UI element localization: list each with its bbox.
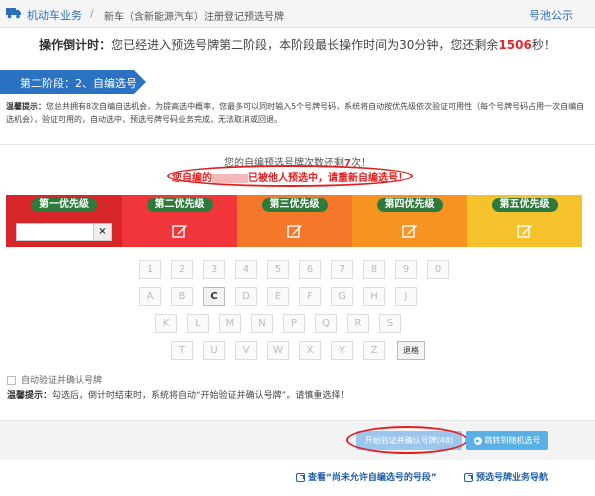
arrow-right-icon: [473, 436, 482, 445]
random-select-button[interactable]: 跳转到随机选号: [466, 431, 548, 450]
countdown-text: 您已经进入预选号牌第二阶段，本阶段最长操作时间为30分钟，您还剩余: [111, 38, 499, 52]
key-f[interactable]: F: [299, 287, 321, 306]
countdown-label: 操作倒计时：: [39, 38, 112, 52]
key-u[interactable]: U: [203, 341, 225, 360]
key-d[interactable]: D: [235, 287, 257, 306]
key-z[interactable]: Z: [363, 341, 385, 360]
priority-column-4: 第四优先级: [352, 195, 467, 247]
redacted-plate: [212, 173, 248, 183]
taken-warning: 您自编的 已被他人预选中，请重新自编选号！: [168, 169, 412, 184]
auto-verify-hint: 温馨提示：勾选后，倒计时结束时，系统将自动“开始验证并确认号牌”。请慎重选择！: [7, 388, 349, 401]
verify-highlight: [346, 426, 468, 454]
key-x[interactable]: X: [299, 341, 321, 360]
auto-verify-option[interactable]: 自动验证并确认号牌: [7, 373, 102, 386]
stage-indicator: 第二阶段：2、自编选号: [0, 70, 146, 94]
disallowed-segments-link[interactable]: 查看“尚未允许自编选号的号段”: [296, 470, 437, 483]
key-j[interactable]: J: [395, 287, 417, 306]
disallowed-segments-label: 查看“尚未允许自编选号的号段”: [308, 473, 437, 483]
warning-suffix: 已被他人预选中，请重新自编选号！: [248, 173, 408, 184]
clear-input-button[interactable]: ×: [93, 224, 111, 240]
key-m[interactable]: M: [219, 314, 241, 333]
tip-text: 您总共拥有8次自编自选机会，为提高选中概率，您最多可以同时输入5个号牌号码，系统…: [6, 102, 585, 124]
priority-label: 第二优先级: [146, 198, 213, 212]
key-q[interactable]: Q: [315, 314, 337, 333]
key-y[interactable]: Y: [331, 341, 353, 360]
key-g[interactable]: G: [331, 287, 353, 306]
key-s[interactable]: S: [379, 314, 401, 333]
priority-label: 第一优先级: [31, 198, 97, 212]
edit-icon[interactable]: [401, 224, 418, 238]
plate-input-1[interactable]: ×: [16, 223, 112, 241]
hint-text: 勾选后，倒计时结束时，系统将自动“开始验证并确认号牌”。请慎重选择！: [52, 391, 350, 401]
countdown-suffix: 秒！: [531, 38, 556, 52]
key-c[interactable]: C: [203, 287, 225, 306]
key-e[interactable]: E: [267, 287, 289, 306]
key-b[interactable]: B: [171, 287, 193, 306]
key-r[interactable]: R: [347, 314, 369, 333]
breadcrumb-home[interactable]: 机动车业务: [27, 7, 82, 23]
priority-label: 第四优先级: [376, 198, 443, 212]
page: 机动车业务 / 新车（含新能源汽车）注册登记预选号牌 号池公示 操作倒计时：您已…: [0, 0, 595, 496]
warning-text: 您自编的: [172, 173, 212, 184]
key-p[interactable]: P: [283, 314, 305, 333]
key-l[interactable]: L: [187, 314, 209, 333]
key-8[interactable]: 8: [363, 260, 385, 279]
key-t[interactable]: T: [171, 341, 193, 360]
key-1[interactable]: 1: [139, 260, 161, 279]
stage-label: 第二阶段：2、自编选号: [20, 77, 137, 90]
countdown: 操作倒计时：您已经进入预选号牌第二阶段，本阶段最长操作时间为30分钟，您还剩余1…: [0, 36, 595, 53]
key-4[interactable]: 4: [235, 260, 257, 279]
auto-verify-checkbox[interactable]: [7, 376, 16, 385]
hint-label: 温馨提示：: [7, 391, 53, 401]
key-6[interactable]: 6: [299, 260, 321, 279]
priority-column-2: 第二优先级: [122, 195, 237, 247]
priority-column-1: 第一优先级 ×: [6, 195, 122, 247]
key-n[interactable]: N: [251, 314, 273, 333]
breadcrumb-separator: /: [90, 7, 94, 20]
tip-label: 温馨提示：: [6, 102, 46, 111]
key-2[interactable]: 2: [171, 260, 193, 279]
truck-icon: [6, 8, 21, 19]
plate-pool-notice-link[interactable]: 号池公示: [529, 7, 573, 23]
top-bar: 机动车业务 / 新车（含新能源汽车）注册登记预选号牌 号池公示: [0, 0, 595, 28]
key-v[interactable]: V: [235, 341, 257, 360]
business-guide-link[interactable]: 预选号牌业务导航: [464, 470, 548, 483]
priority-column-3: 第三优先级: [237, 195, 352, 247]
edit-icon[interactable]: [171, 224, 188, 238]
breadcrumb-current: 新车（含新能源汽车）注册登记预选号牌: [104, 12, 284, 23]
random-select-label: 跳转到随机选号: [484, 436, 541, 445]
key-k[interactable]: K: [155, 314, 177, 333]
priority-label: 第三优先级: [261, 198, 328, 212]
key-a[interactable]: A: [139, 287, 161, 306]
priority-column-5: 第五优先级: [467, 195, 582, 247]
key-9[interactable]: 9: [395, 260, 417, 279]
key-w[interactable]: W: [267, 341, 289, 360]
auto-verify-label: 自动验证并确认号牌: [21, 376, 103, 386]
business-guide-label: 预选号牌业务导航: [476, 473, 549, 483]
key-7[interactable]: 7: [331, 260, 353, 279]
edit-icon[interactable]: [286, 224, 303, 238]
key-h[interactable]: H: [363, 287, 385, 306]
backspace-key[interactable]: 退格: [397, 341, 425, 360]
key-5[interactable]: 5: [267, 260, 289, 279]
tip-box: 温馨提示：您总共拥有8次自编自选机会，为提高选中概率，您最多可以同时输入5个号牌…: [6, 100, 588, 126]
key-0[interactable]: 0: [427, 260, 449, 279]
priority-label: 第五优先级: [491, 198, 558, 212]
external-link-icon: [464, 473, 473, 482]
countdown-seconds: 1506: [498, 38, 532, 52]
external-link-icon: [296, 473, 305, 482]
edit-icon[interactable]: [516, 224, 533, 238]
key-3[interactable]: 3: [203, 260, 225, 279]
